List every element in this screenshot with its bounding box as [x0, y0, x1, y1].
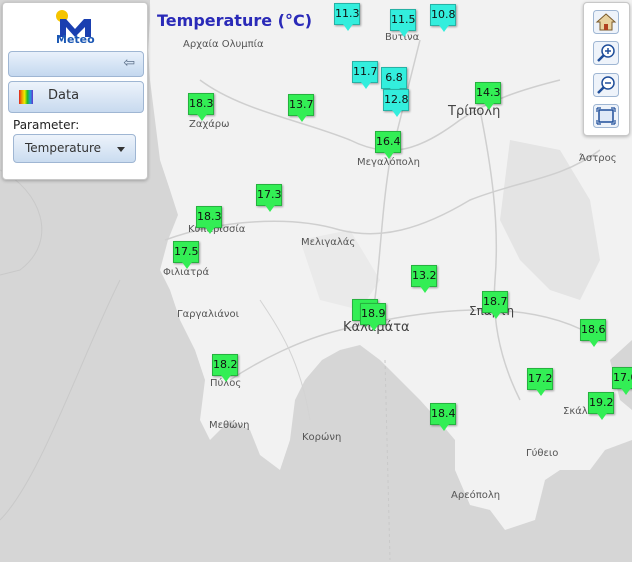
map-controls [583, 2, 630, 136]
logo-text: Meteo [56, 33, 95, 46]
station-marker[interactable]: 18.7 [482, 291, 508, 319]
place-astros: Άστρος [579, 153, 617, 164]
place-meligalas: Μελιγαλάς [301, 237, 356, 248]
station-marker[interactable]: 19.2 [588, 392, 614, 420]
station-marker[interactable]: 6.8 [381, 67, 407, 95]
place-areopoli: Αρεόπολη [451, 490, 501, 501]
map-title: Temperature (°C) [157, 11, 313, 30]
zoom-in-icon[interactable] [593, 41, 619, 65]
station-marker[interactable]: 18.9 [360, 303, 386, 331]
chevron-down-icon [117, 147, 125, 152]
station-marker[interactable]: 18.3 [196, 206, 222, 234]
station-marker[interactable]: 13.2 [411, 265, 437, 293]
data-button[interactable]: Data [8, 81, 144, 113]
place-gargalianoi: Γαργαλιάνοι [177, 309, 240, 320]
station-marker[interactable]: 17.3 [256, 184, 282, 212]
color-scale-icon [19, 90, 33, 104]
station-marker[interactable]: 17.2 [527, 368, 553, 396]
station-marker[interactable]: 11.3 [334, 3, 360, 31]
station-marker[interactable]: 11.7 [352, 61, 378, 89]
station-marker[interactable]: 10.8 [430, 4, 456, 32]
zoom-out-icon[interactable] [593, 73, 619, 97]
parameter-label: Parameter: [13, 118, 80, 132]
parameter-select-value: Temperature [25, 141, 102, 155]
place-methoni: Μεθώνη [209, 420, 250, 431]
place-gytheio: Γύθειο [526, 448, 559, 459]
place-zacharo: Ζαχάρω [189, 119, 230, 130]
station-marker[interactable]: 12.8 [383, 89, 409, 117]
station-marker[interactable]: 17.5 [173, 241, 199, 269]
station-marker[interactable]: 11.5 [390, 9, 416, 37]
control-panel: Meteo ⇦ Data Parameter: Temperature [2, 2, 148, 180]
station-marker[interactable]: 17.0 [612, 367, 632, 395]
station-marker[interactable]: 13.7 [288, 94, 314, 122]
collapse-panel-button[interactable]: ⇦ [8, 51, 144, 77]
parameter-select[interactable]: Temperature [13, 134, 136, 163]
home-icon[interactable] [593, 10, 619, 34]
place-koroni: Κορώνη [302, 432, 342, 443]
full-extent-icon[interactable] [593, 104, 619, 128]
arrow-left-icon: ⇦ [123, 55, 135, 71]
station-marker[interactable]: 16.4 [375, 131, 401, 159]
place-archaia-olympia: Αρχαία Ολυμπία [183, 39, 264, 50]
data-button-label: Data [48, 88, 80, 103]
station-marker[interactable]: 18.2 [212, 354, 238, 382]
station-marker[interactable]: 18.3 [188, 93, 214, 121]
station-marker[interactable]: 14.3 [475, 82, 501, 110]
station-marker[interactable]: 18.4 [430, 403, 456, 431]
station-marker[interactable]: 18.6 [580, 319, 606, 347]
